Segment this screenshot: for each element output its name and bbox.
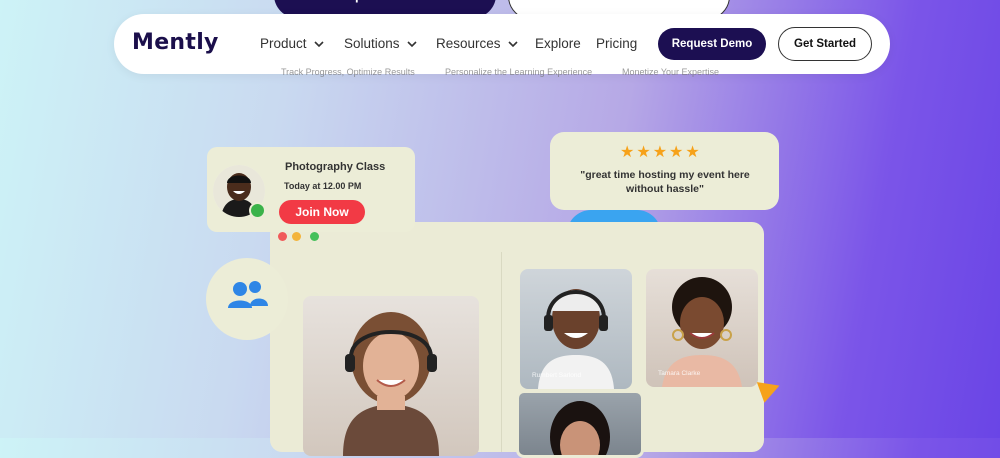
subheading-track: Track Progress, Optimize Results xyxy=(281,67,415,77)
online-status-indicator xyxy=(249,202,266,219)
subheading-monetize: Monetize Your Expertise xyxy=(622,67,720,77)
nav-item-label: Solutions xyxy=(344,36,400,51)
participant-name: Rumbert Sarlond xyxy=(532,372,582,379)
chevron-down-icon xyxy=(406,40,417,47)
video-call-window: Rumbert Sarlond Tamara Clarke xyxy=(270,222,764,458)
window-maximize-dot xyxy=(310,232,319,241)
subheading-personalize: Personalize the Learning Experience xyxy=(445,67,593,77)
users-group-icon xyxy=(228,281,268,308)
participant-video[interactable] xyxy=(516,390,644,458)
woman-with-headset-image xyxy=(343,312,439,456)
window-close-dot xyxy=(278,232,287,241)
main-speaker-video[interactable] xyxy=(303,296,479,456)
participant-video[interactable]: Rumbert Sarlond xyxy=(520,269,632,389)
request-demo-button[interactable]: Request Demo xyxy=(658,28,766,60)
woman-with-dark-hair-image xyxy=(550,401,610,455)
logo[interactable]: Mently xyxy=(132,30,219,55)
nav-item-pricing[interactable]: Pricing xyxy=(596,36,637,51)
man-with-headphones-image xyxy=(538,289,614,389)
navbar: Mently Product Solutions Resources Explo… xyxy=(114,14,890,74)
class-time: Today at 12.00 PM xyxy=(284,181,362,191)
divider xyxy=(501,252,502,452)
class-invite-card: Photography Class Today at 12.00 PM Join… xyxy=(207,147,415,232)
nav-item-label: Pricing xyxy=(596,36,638,51)
nav-item-label: Resources xyxy=(436,36,501,51)
review-quote: "great time hosting my event here withou… xyxy=(580,169,750,195)
get-started-button[interactable]: Get Started xyxy=(778,27,872,61)
class-title: Photography Class xyxy=(285,161,386,173)
nav-item-explore[interactable]: Explore xyxy=(535,36,581,51)
chevron-down-icon xyxy=(313,40,324,47)
nav-item-label: Explore xyxy=(535,36,581,51)
chevron-down-icon xyxy=(507,40,518,47)
group-bubble xyxy=(206,258,288,340)
nav-item-resources[interactable]: Resources xyxy=(436,36,519,51)
participant-name: Tamara Clarke xyxy=(658,370,701,377)
nav-item-label: Product xyxy=(260,36,307,51)
nav-item-solutions[interactable]: Solutions xyxy=(344,36,418,51)
nav-item-product[interactable]: Product xyxy=(260,36,325,51)
participant-video[interactable]: Tamara Clarke xyxy=(646,269,758,387)
join-now-button[interactable]: Join Now xyxy=(279,200,365,224)
window-minimize-dot xyxy=(292,232,301,241)
rating-stars-icon: ★★★★★ xyxy=(620,144,702,161)
review-card: ★★★★★ "great time hosting my event here … xyxy=(550,132,779,210)
